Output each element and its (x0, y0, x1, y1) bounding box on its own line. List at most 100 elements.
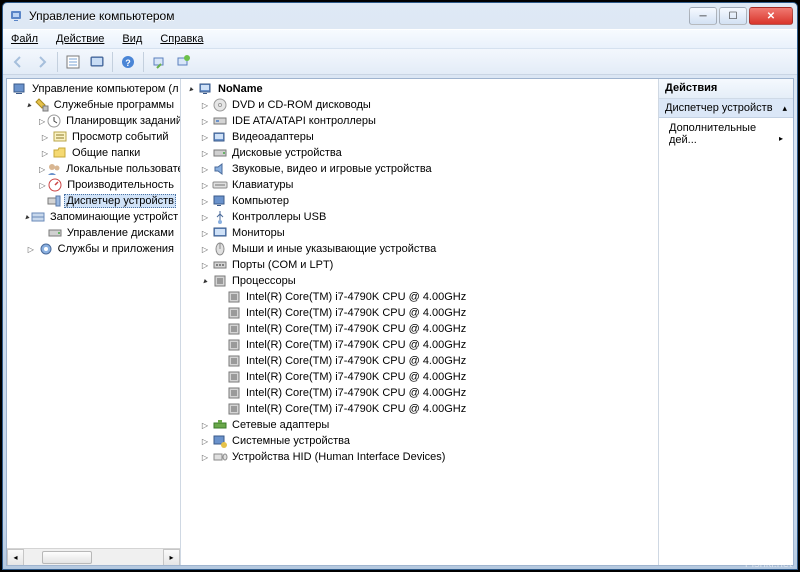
tree-label: Запоминающие устройст (48, 211, 180, 223)
expander-icon[interactable] (199, 147, 211, 159)
tree-node-local-users[interactable]: Локальные пользовате (9, 161, 180, 177)
properties-button[interactable] (62, 51, 84, 73)
console-button[interactable] (86, 51, 108, 73)
refresh-button[interactable] (172, 51, 194, 73)
tree-node-category[interactable]: Клавиатуры (183, 177, 658, 193)
tree-node-disk-mgmt[interactable]: Управление дисками (9, 225, 180, 241)
expander-icon[interactable] (199, 275, 211, 287)
horizontal-scrollbar[interactable]: ◂ ▸ (7, 548, 180, 565)
expander-icon[interactable] (199, 195, 211, 207)
tree-node-root[interactable]: Управление компьютером (л (9, 81, 180, 97)
tree-label: NoName (216, 83, 265, 95)
tree-label: Видеоадаптеры (230, 131, 316, 143)
expander-icon[interactable] (39, 163, 45, 175)
actions-section[interactable]: Диспетчер устройств ▴ (659, 99, 793, 118)
expander-icon[interactable] (199, 131, 211, 143)
tree-label: Звуковые, видео и игровые устройства (230, 163, 434, 175)
expander-icon[interactable] (199, 227, 211, 239)
actions-pane: Действия Диспетчер устройств ▴ Дополните… (659, 79, 793, 565)
tree-node-shared-folders[interactable]: Общие папки (9, 145, 180, 161)
menu-help[interactable]: Справка (156, 32, 207, 46)
help-button[interactable]: ? (117, 51, 139, 73)
tree-node-category[interactable]: DVD и CD-ROM дисководы (183, 97, 658, 113)
collapse-icon[interactable]: ▴ (782, 103, 787, 114)
expander-icon[interactable] (199, 451, 211, 463)
tree-node-category[interactable]: Контроллеры USB (183, 209, 658, 225)
tree-node-system-tools[interactable]: Служебные программы (9, 97, 180, 113)
tree-node-services[interactable]: Службы и приложения (9, 241, 180, 257)
scroll-left-button[interactable]: ◂ (7, 549, 24, 566)
scan-button[interactable] (148, 51, 170, 73)
expander-icon[interactable] (199, 99, 211, 111)
minimize-button[interactable]: ─ (689, 7, 717, 25)
tree-node-storage[interactable]: Запоминающие устройст (9, 209, 180, 225)
tree-node-category[interactable]: Компьютер (183, 193, 658, 209)
expander-icon[interactable] (39, 179, 46, 191)
tree-node-category[interactable]: Мониторы (183, 225, 658, 241)
tree-node-cpu[interactable]: Intel(R) Core(TM) i7-4790K CPU @ 4.00GHz (183, 401, 658, 417)
tree-node-event-viewer[interactable]: Просмотр событий (9, 129, 180, 145)
expander-icon[interactable] (25, 99, 33, 111)
tree-node-cpu[interactable]: Intel(R) Core(TM) i7-4790K CPU @ 4.00GHz (183, 385, 658, 401)
scroll-right-button[interactable]: ▸ (163, 549, 180, 566)
device-manager-icon (46, 193, 62, 209)
device-category-icon (212, 257, 228, 273)
device-tree[interactable]: NoName DVD и CD-ROM дисководы IDE ATA/ATA… (181, 79, 658, 467)
tree-node-task-scheduler[interactable]: Планировщик заданий (9, 113, 180, 129)
device-category-icon (212, 97, 228, 113)
left-tree[interactable]: Управление компьютером (л Служебные прог… (7, 79, 180, 259)
tree-node-category[interactable]: Сетевые адаптеры (183, 417, 658, 433)
expander-icon[interactable] (39, 147, 51, 159)
expander-icon[interactable] (199, 179, 211, 191)
tree-node-device-manager[interactable]: Диспетчер устройств (9, 193, 180, 209)
actions-more[interactable]: Дополнительные дей... ▸ (659, 118, 793, 150)
expander-icon[interactable] (39, 115, 45, 127)
tree-label: Производительность (65, 179, 176, 191)
forward-button[interactable] (31, 51, 53, 73)
tree-label: Intel(R) Core(TM) i7-4790K CPU @ 4.00GHz (244, 339, 468, 351)
close-button[interactable]: ✕ (749, 7, 793, 25)
tree-label: IDE ATA/ATAPI контроллеры (230, 115, 378, 127)
tree-node-category[interactable]: Порты (COM и LPT) (183, 257, 658, 273)
tree-node-cpu[interactable]: Intel(R) Core(TM) i7-4790K CPU @ 4.00GHz (183, 321, 658, 337)
back-button[interactable] (7, 51, 29, 73)
tree-node-category[interactable]: Видеоадаптеры (183, 129, 658, 145)
expander-icon[interactable] (25, 243, 37, 255)
tree-node-category[interactable]: Дисковые устройства (183, 145, 658, 161)
tree-node-processors[interactable]: Процессоры (183, 273, 658, 289)
menu-view[interactable]: Вид (118, 32, 146, 46)
tree-node-category[interactable]: IDE ATA/ATAPI контроллеры (183, 113, 658, 129)
tree-node-category[interactable]: Системные устройства (183, 433, 658, 449)
expander-icon[interactable] (199, 211, 211, 223)
scheduler-icon (46, 113, 62, 129)
tree-node-cpu[interactable]: Intel(R) Core(TM) i7-4790K CPU @ 4.00GHz (183, 305, 658, 321)
tree-node-category[interactable]: Мыши и иные указывающие устройства (183, 241, 658, 257)
tree-node-cpu[interactable]: Intel(R) Core(TM) i7-4790K CPU @ 4.00GHz (183, 289, 658, 305)
expander-icon[interactable] (185, 83, 197, 95)
expander-icon[interactable] (199, 243, 211, 255)
tree-node-cpu[interactable]: Intel(R) Core(TM) i7-4790K CPU @ 4.00GHz (183, 353, 658, 369)
expander-icon[interactable] (199, 419, 211, 431)
scroll-thumb[interactable] (42, 551, 92, 564)
tree-node-cpu[interactable]: Intel(R) Core(TM) i7-4790K CPU @ 4.00GHz (183, 369, 658, 385)
maximize-button[interactable]: ☐ (719, 7, 747, 25)
cpu-icon (226, 305, 242, 321)
menu-action[interactable]: Действие (52, 32, 108, 46)
tree-label: DVD и CD-ROM дисководы (230, 99, 373, 111)
tree-label: Intel(R) Core(TM) i7-4790K CPU @ 4.00GHz (244, 291, 468, 303)
app-icon (9, 8, 25, 24)
toolbar-separator (112, 52, 113, 72)
expander-icon[interactable] (25, 211, 29, 223)
tree-node-cpu[interactable]: Intel(R) Core(TM) i7-4790K CPU @ 4.00GHz (183, 337, 658, 353)
tree-node-category[interactable]: Звуковые, видео и игровые устройства (183, 161, 658, 177)
expander-icon[interactable] (199, 163, 211, 175)
expander-icon[interactable] (199, 259, 211, 271)
expander-icon[interactable] (199, 115, 211, 127)
device-category-icon (212, 177, 228, 193)
expander-icon[interactable] (199, 435, 211, 447)
tree-node-category[interactable]: Устройства HID (Human Interface Devices) (183, 449, 658, 465)
expander-icon[interactable] (39, 131, 51, 143)
menu-file[interactable]: Файл (7, 32, 42, 46)
tree-node-computer[interactable]: NoName (183, 81, 658, 97)
tree-node-performance[interactable]: Производительность (9, 177, 180, 193)
